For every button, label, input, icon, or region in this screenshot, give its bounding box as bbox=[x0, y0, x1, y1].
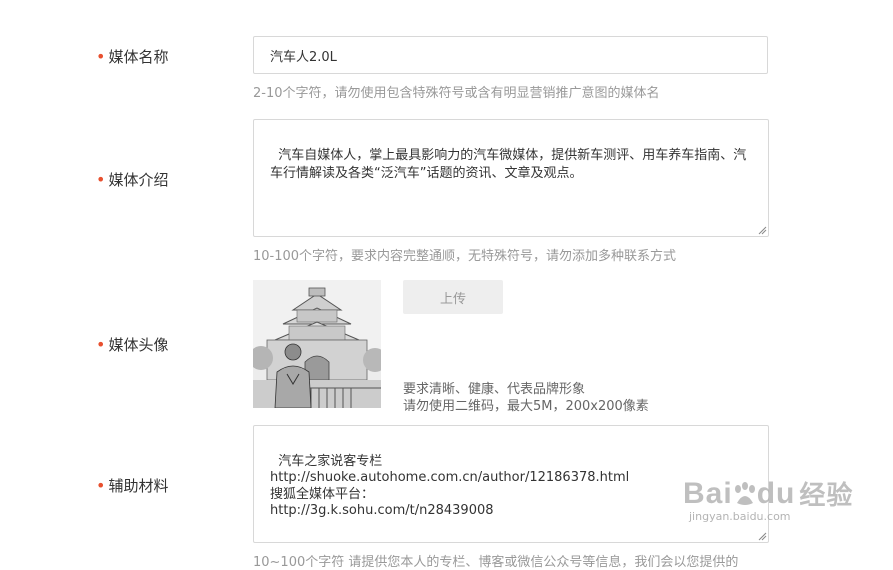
media-name-hint: 2-10个字符，请勿使用包含特殊符号或含有明显营销推广意图的媒体名 bbox=[253, 86, 660, 101]
avatar-image bbox=[253, 280, 381, 408]
required-dot: • bbox=[96, 334, 106, 354]
media-avatar-label-text: 媒体头像 bbox=[108, 336, 169, 354]
paw-icon bbox=[734, 481, 755, 505]
media-avatar-label: • 媒体头像 bbox=[96, 334, 168, 355]
media-intro-textarea[interactable]: 汽车自媒体人，掌上最具影响力的汽车微媒体，提供新车测评、用车养车指南、汽车行情解… bbox=[253, 119, 769, 237]
media-name-input[interactable]: 汽车人2.0L bbox=[253, 36, 768, 74]
baidu-watermark: Bai du 经验 jingyan.baidu.com bbox=[683, 475, 854, 524]
upload-button[interactable]: 上传 bbox=[403, 280, 503, 314]
media-name-label-text: 媒体名称 bbox=[108, 48, 169, 66]
media-intro-label-text: 媒体介绍 bbox=[108, 171, 169, 189]
required-dot: • bbox=[96, 46, 106, 66]
aux-material-value: 汽车之家说客专栏 http://shuoke.autohome.com.cn/a… bbox=[270, 453, 630, 519]
media-intro-value: 汽车自媒体人，掌上最具影响力的汽车微媒体，提供新车测评、用车养车指南、汽车行情解… bbox=[270, 148, 747, 181]
media-intro-hint: 10-100个字符，要求内容完整通顺，无特殊符号，请勿添加多种联系方式 bbox=[253, 249, 677, 264]
watermark-brand: Bai bbox=[683, 476, 733, 510]
resize-handle-icon[interactable] bbox=[758, 532, 767, 541]
media-intro-label: • 媒体介绍 bbox=[96, 169, 168, 190]
resize-handle-icon[interactable] bbox=[758, 226, 767, 235]
media-name-label: • 媒体名称 bbox=[96, 46, 168, 67]
required-dot: • bbox=[96, 169, 106, 189]
watermark-cn: 经验 bbox=[799, 480, 854, 510]
required-dot: • bbox=[96, 475, 106, 495]
aux-material-hint: 10~100个字符 请提供您本人的专栏、博客或微信公众号等信息，我们会以您提供的 bbox=[253, 555, 739, 570]
aux-material-label-text: 辅助材料 bbox=[108, 477, 169, 495]
avatar-hint-line2: 请勿使用二维码，最大5M，200x200像素 bbox=[403, 399, 649, 414]
media-name-value: 汽车人2.0L bbox=[270, 49, 337, 65]
bell-tower-photo-icon bbox=[253, 280, 381, 408]
watermark-brand2: du bbox=[756, 476, 796, 510]
aux-material-label: • 辅助材料 bbox=[96, 475, 168, 496]
